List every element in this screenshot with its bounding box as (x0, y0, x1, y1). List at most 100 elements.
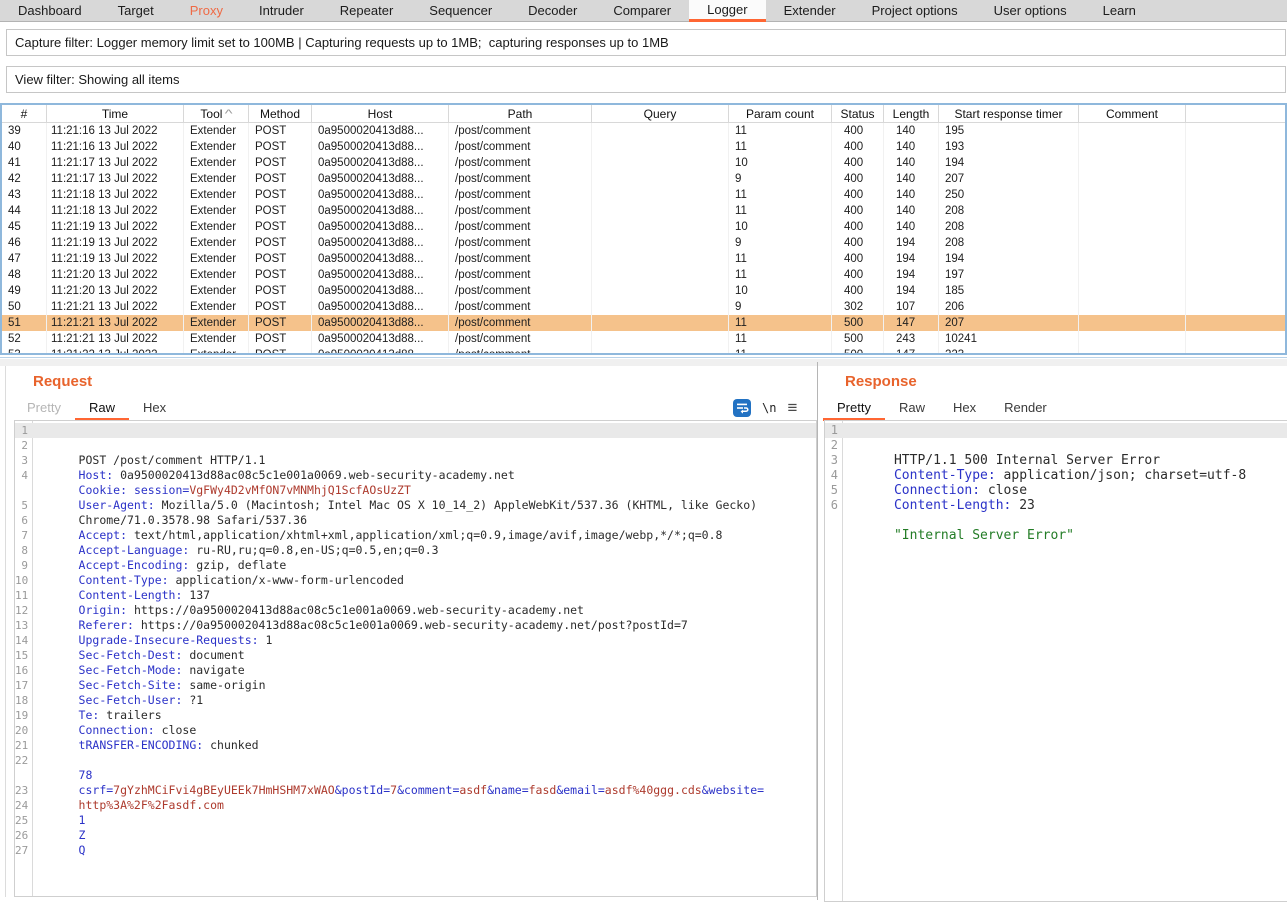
cell-comment (1079, 331, 1186, 347)
editor-line: 3 Cookie: session=VgFWy4D2vMfON7vMNMhjQ1… (15, 453, 816, 468)
table-row[interactable]: 43 11:21:18 13 Jul 2022 Extender POST 0a… (2, 187, 1285, 203)
menu-tab[interactable]: Project options (854, 0, 976, 22)
line-content: Sec-Fetch-Dest: document (28, 618, 245, 633)
editor-menu-icon[interactable]: ≡ (787, 399, 797, 417)
request-editor-toolbar: \n ≡ (733, 398, 797, 418)
column-header-host[interactable]: Host (312, 105, 449, 123)
editor-tab[interactable]: Raw (885, 396, 939, 421)
cell-param-count: 11 (729, 331, 832, 347)
cell-tool: Extender (184, 187, 249, 203)
menu-tab[interactable]: Decoder (510, 0, 595, 22)
cell-param-count: 11 (729, 203, 832, 219)
column-header-start-response-timer[interactable]: Start response timer (939, 105, 1079, 123)
menu-tab[interactable]: User options (976, 0, 1085, 22)
column-header-time[interactable]: Time (47, 105, 184, 123)
column-header-tool[interactable]: Tool ^ (184, 105, 249, 123)
cell-tool: Extender (184, 251, 249, 267)
table-row[interactable]: 52 11:21:21 13 Jul 2022 Extender POST 0a… (2, 331, 1285, 347)
editor-line: 5 (825, 483, 1287, 498)
menu-tab[interactable]: Extender (766, 0, 854, 22)
word-wrap-icon[interactable] (733, 399, 751, 417)
cell-method: POST (249, 123, 312, 139)
response-editor[interactable]: 1 HTTP/1.1 500 Internal Server Error 2 C… (824, 420, 1287, 902)
editor-line: 1 POST /post/comment HTTP/1.1 (15, 423, 816, 438)
column-header-index[interactable]: # (2, 105, 47, 123)
cell-path: /post/comment (449, 187, 592, 203)
capture-filter-bar[interactable]: Capture filter: Logger memory limit set … (6, 29, 1286, 56)
log-table-body: 39 11:21:16 13 Jul 2022 Extender POST 0a… (2, 123, 1285, 355)
code-token: &comment= (397, 783, 459, 797)
cell-filler (1186, 219, 1285, 235)
cell-host: 0a9500020413d88... (312, 315, 449, 331)
table-row[interactable]: 46 11:21:19 13 Jul 2022 Extender POST 0a… (2, 235, 1285, 251)
menu-tab[interactable]: Target (100, 0, 172, 22)
menu-tab[interactable]: Dashboard (0, 0, 100, 22)
line-number: 10 (15, 573, 28, 588)
cell-start-response-timer: 208 (939, 235, 1079, 251)
cell-path: /post/comment (449, 203, 592, 219)
line-number: 13 (15, 618, 28, 633)
cell-status: 400 (832, 155, 884, 171)
menu-tab[interactable]: Learn (1085, 0, 1154, 22)
table-row[interactable]: 51 11:21:21 13 Jul 2022 Extender POST 0a… (2, 315, 1285, 331)
table-row[interactable]: 41 11:21:17 13 Jul 2022 Extender POST 0a… (2, 155, 1285, 171)
cell-start-response-timer: 194 (939, 155, 1079, 171)
table-row[interactable]: 45 11:21:19 13 Jul 2022 Extender POST 0a… (2, 219, 1285, 235)
column-header-status[interactable]: Status (832, 105, 884, 123)
editor-line: 6 "Internal Server Error" (825, 498, 1287, 513)
cell-start-response-timer: 185 (939, 283, 1079, 299)
cell-query (592, 315, 729, 331)
code-token: fasd (529, 783, 557, 797)
menu-tab[interactable]: Logger (689, 0, 765, 22)
table-row[interactable]: 44 11:21:18 13 Jul 2022 Extender POST 0a… (2, 203, 1285, 219)
column-header-length[interactable]: Length (884, 105, 939, 123)
request-editor[interactable]: 1 POST /post/comment HTTP/1.1 2 Host: 0a… (14, 420, 817, 897)
cell-query (592, 187, 729, 203)
editor-tab[interactable]: Hex (939, 396, 990, 421)
table-row[interactable]: 50 11:21:21 13 Jul 2022 Extender POST 0a… (2, 299, 1285, 315)
column-header-method[interactable]: Method (249, 105, 312, 123)
cell-method: POST (249, 331, 312, 347)
code-token: chunked (203, 738, 258, 752)
code-token: tRANSFER-ENCODING: (79, 738, 204, 752)
column-header-path[interactable]: Path (449, 105, 592, 123)
editor-tab[interactable]: Hex (129, 396, 180, 421)
menu-tab[interactable]: Intruder (241, 0, 322, 22)
view-filter-bar[interactable]: View filter: Showing all items (6, 66, 1286, 93)
cell-status: 400 (832, 139, 884, 155)
editor-tab[interactable]: Render (990, 396, 1061, 421)
cell-index: 43 (2, 187, 47, 203)
cell-length: 140 (884, 171, 939, 187)
editor-line: 18 Connection: close (15, 693, 816, 708)
cell-query (592, 347, 729, 355)
cell-param-count: 9 (729, 299, 832, 315)
editor-tab[interactable]: Pretty (13, 396, 75, 421)
table-row[interactable]: 49 11:21:20 13 Jul 2022 Extender POST 0a… (2, 283, 1285, 299)
cell-start-response-timer: 250 (939, 187, 1079, 203)
cell-tool: Extender (184, 219, 249, 235)
request-response-divider[interactable] (817, 362, 818, 900)
line-content: 78 (28, 738, 92, 753)
menu-tab[interactable]: Sequencer (411, 0, 510, 22)
cell-query (592, 267, 729, 283)
line-content: Te: trailers (28, 678, 162, 693)
table-row[interactable]: 48 11:21:20 13 Jul 2022 Extender POST 0a… (2, 267, 1285, 283)
menu-tab[interactable]: Repeater (322, 0, 411, 22)
column-header-param-count[interactable]: Param count (729, 105, 832, 123)
table-row[interactable]: 39 11:21:16 13 Jul 2022 Extender POST 0a… (2, 123, 1285, 139)
line-content (28, 843, 92, 858)
editor-tab[interactable]: Raw (75, 396, 129, 421)
column-header-query[interactable]: Query (592, 105, 729, 123)
table-row[interactable]: 42 11:21:17 13 Jul 2022 Extender POST 0a… (2, 171, 1285, 187)
panel-splitter[interactable] (0, 359, 1287, 366)
line-number: 1 (15, 423, 28, 438)
table-row[interactable]: 47 11:21:19 13 Jul 2022 Extender POST 0a… (2, 251, 1285, 267)
editor-tab[interactable]: Pretty (823, 396, 885, 421)
show-newlines-icon[interactable]: \n (762, 401, 776, 415)
table-row[interactable]: 53 11:21:22 13 Jul 2022 Extender POST 0a… (2, 347, 1285, 355)
menu-tab[interactable]: Comparer (595, 0, 689, 22)
editor-line: 2 Host: 0a9500020413d88ac08c5c1e001a0069… (15, 438, 816, 453)
table-row[interactable]: 40 11:21:16 13 Jul 2022 Extender POST 0a… (2, 139, 1285, 155)
column-header-comment[interactable]: Comment (1079, 105, 1186, 123)
menu-tab[interactable]: Proxy (172, 0, 241, 22)
